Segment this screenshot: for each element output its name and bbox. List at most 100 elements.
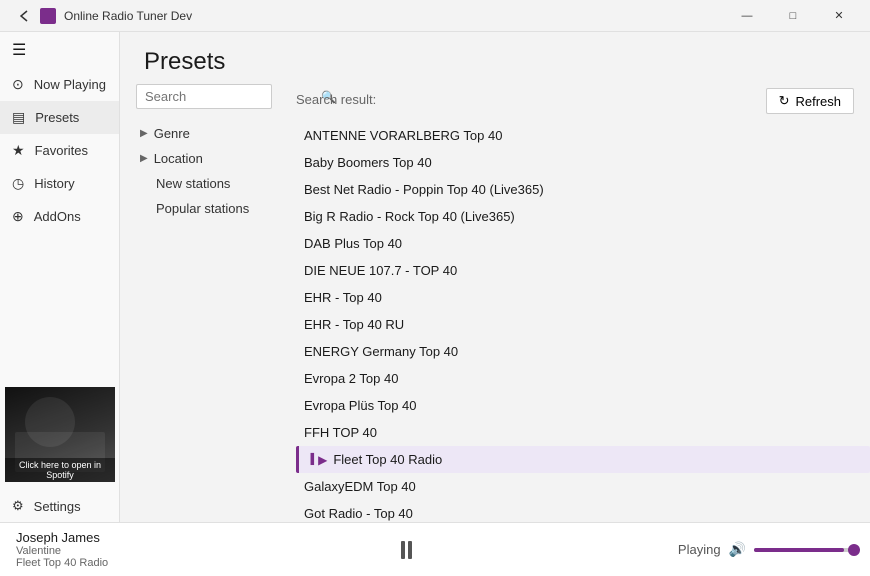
station-name: Big R Radio - Rock Top 40 (Live365) [304,209,854,224]
sidebar-item-settings[interactable]: ⚙ Settings [0,490,119,522]
station-item[interactable]: EHR - Top 40 RU [296,311,870,338]
filter-popular-stations-label: Popular stations [156,201,249,216]
station-item[interactable]: EHR - Top 40 [296,284,870,311]
refresh-label: Refresh [795,94,841,109]
presets-icon: ▤ [12,109,25,126]
addons-icon: ⊕ [12,208,24,225]
sidebar-label-presets: Presets [35,110,79,125]
sidebar: ☰ ⊙ Now Playing ▤ Presets ★ Favorites ◷ … [0,32,120,522]
station-item[interactable]: Evropa 2 Top 40 [296,365,870,392]
filter-panel: 🔍 ▶ Genre ▶ Location New stations [120,84,280,522]
sidebar-label-history: History [34,176,74,191]
station-name: Fleet Top 40 Radio [333,452,854,467]
player-station: Fleet Top 40 Radio [16,557,136,569]
station-name: ANTENNE VORARLBERG Top 40 [304,128,854,143]
pause-bar-left [401,541,405,559]
player-track: Joseph James [16,530,136,545]
sidebar-item-addons[interactable]: ⊕ AddOns [0,200,119,233]
favorites-icon: ★ [12,142,25,159]
station-name: DIE NEUE 107.7 - TOP 40 [304,263,854,278]
station-name: Best Net Radio - Poppin Top 40 (Live365) [304,182,854,197]
search-box[interactable]: 🔍 [136,84,272,109]
hamburger-button[interactable]: ☰ [0,32,119,68]
window-controls: — □ ✕ [724,0,862,32]
sidebar-label-now-playing: Now Playing [34,77,106,92]
filter-location[interactable]: ▶ Location [136,146,272,171]
station-item[interactable]: ENERGY Germany Top 40 [296,338,870,365]
station-name: EHR - Top 40 RU [304,317,854,332]
minimize-button[interactable]: — [724,0,770,32]
sidebar-label-settings: Settings [34,499,81,514]
history-icon: ◷ [12,175,24,192]
station-item[interactable]: DAB Plus Top 40 [296,230,870,257]
sidebar-item-history[interactable]: ◷ History [0,167,119,200]
playing-status: Playing [678,542,721,557]
station-item[interactable]: Got Radio - Top 40 [296,500,870,522]
filter-genre-label: Genre [154,126,190,141]
station-list: ANTENNE VORARLBERG Top 40 Baby Boomers To… [296,122,870,522]
filter-popular-stations[interactable]: Popular stations [136,196,272,221]
volume-fill [754,548,844,552]
station-name: DAB Plus Top 40 [304,236,854,251]
filter-new-stations[interactable]: New stations [136,171,272,196]
station-item[interactable]: Evropa Plüs Top 40 [296,392,870,419]
station-name: ENERGY Germany Top 40 [304,344,854,359]
station-name: FFH TOP 40 [304,425,854,440]
sidebar-label-addons: AddOns [34,209,81,224]
refresh-button[interactable]: ↻ Refresh [766,88,854,114]
play-button-icon: ▶ [318,453,327,467]
filter-new-stations-label: New stations [156,176,230,191]
sidebar-item-presets[interactable]: ▤ Presets [0,101,119,134]
filter-section: ▶ Genre ▶ Location New stations Popular … [136,121,272,221]
sidebar-nav: ⊙ Now Playing ▤ Presets ★ Favorites ◷ Hi… [0,68,119,233]
player-subtitle: Valentine [16,545,136,557]
maximize-button[interactable]: □ [770,0,816,32]
station-item[interactable]: ▐ ▶ Fleet Top 40 Radio [296,446,870,473]
station-item[interactable]: ANTENNE VORARLBERG Top 40 [296,122,870,149]
titlebar: Online Radio Tuner Dev — □ ✕ [0,0,870,32]
spotify-thumbnail[interactable]: Click here to open in Spotify [5,387,115,482]
sidebar-label-favorites: Favorites [35,143,88,158]
filter-genre[interactable]: ▶ Genre [136,121,272,146]
now-playing-icon: ⊙ [12,76,24,93]
player-info: Joseph James Valentine Fleet Top 40 Radi… [16,530,136,569]
station-name: EHR - Top 40 [304,290,854,305]
spotify-overlay-text: Click here to open in Spotify [5,458,115,482]
pause-bar-right [408,541,412,559]
station-name: Got Radio - Top 40 [304,506,854,521]
content-area: Presets 🔍 ▶ Genre ▶ Location [120,32,870,522]
volume-thumb [848,544,860,556]
content-header: Presets [120,32,870,84]
close-button[interactable]: ✕ [816,0,862,32]
sidebar-item-now-playing[interactable]: ⊙ Now Playing [0,68,119,101]
settings-icon: ⚙ [12,498,24,514]
volume-slider[interactable] [754,548,854,552]
station-item[interactable]: DIE NEUE 107.7 - TOP 40 [296,257,870,284]
titlebar-title: Online Radio Tuner Dev [64,9,724,23]
sidebar-item-favorites[interactable]: ★ Favorites [0,134,119,167]
station-name: Evropa 2 Top 40 [304,371,854,386]
volume-icon: 🔊 [729,541,746,558]
player-bar: Joseph James Valentine Fleet Top 40 Radi… [0,522,870,576]
player-controls [152,541,662,559]
station-list-panel: Search result: ↻ Refresh ANTENNE VORARLB… [280,84,870,522]
station-item[interactable]: Big R Radio - Rock Top 40 (Live365) [296,203,870,230]
station-item[interactable]: Baby Boomers Top 40 [296,149,870,176]
station-name: Baby Boomers Top 40 [304,155,854,170]
pause-button[interactable] [401,541,412,559]
search-result-label: Search result: [296,92,376,107]
station-item[interactable]: Best Net Radio - Poppin Top 40 (Live365) [296,176,870,203]
back-button[interactable] [8,0,40,32]
content-main: 🔍 ▶ Genre ▶ Location New stations [120,84,870,522]
location-chevron: ▶ [140,153,148,164]
station-name: Evropa Plüs Top 40 [304,398,854,413]
station-name: GalaxyEDM Top 40 [304,479,854,494]
section-header: Search result: ↻ Refresh [296,84,870,122]
genre-chevron: ▶ [140,128,148,139]
playing-indicator-icon: ▐ [307,454,314,465]
app-icon [40,8,56,24]
station-item[interactable]: GalaxyEDM Top 40 [296,473,870,500]
page-title: Presets [144,48,846,76]
refresh-icon: ↻ [779,93,790,109]
station-item[interactable]: FFH TOP 40 [296,419,870,446]
